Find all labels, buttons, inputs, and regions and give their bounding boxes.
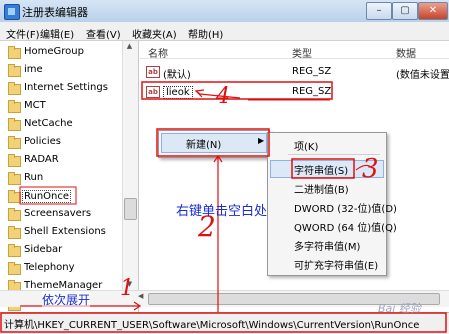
value-data: (数值未设置: [396, 70, 449, 81]
tree-item-label: RunOnce: [22, 190, 72, 203]
folder-icon: [8, 100, 21, 113]
folder-icon: [8, 244, 21, 257]
status-path: 计算机\HKEY_CURRENT_USER\Software\Microsoft…: [4, 320, 420, 331]
maximize-button[interactable]: ▢: [392, 2, 418, 20]
folder-icon: [8, 82, 21, 95]
minimize-button[interactable]: –: [366, 2, 392, 20]
tree-item-label: Telephony: [24, 262, 75, 273]
string-value-icon: ab: [146, 86, 160, 98]
folder-icon: [8, 46, 21, 59]
regedit-app-icon: [4, 4, 20, 20]
window-title: 注册表编辑器: [22, 6, 88, 19]
tree-item-label: Shell Extensions: [24, 226, 106, 237]
submenu-qword-value[interactable]: QWORD (64 位)值(Q): [294, 219, 397, 234]
folder-icon: [8, 172, 21, 185]
annotation-text-expand: 依次展开: [42, 291, 91, 308]
tree-vertical-scrollbar[interactable]: [122, 41, 138, 290]
tree-scroll-thumb[interactable]: [124, 198, 137, 220]
folder-open-icon: [8, 190, 21, 203]
watermark: Bai 经验: [378, 302, 421, 315]
context-menu-new-label: 新建(N): [186, 140, 222, 151]
tree-item-label: Policies: [24, 136, 61, 147]
submenu-multi-string-value[interactable]: 多字符串值(M): [294, 238, 360, 253]
tree-item-label: HomeGroup: [24, 46, 84, 57]
annotation-number-4: 4: [216, 84, 230, 109]
submenu-binary-value[interactable]: 二进制值(B): [294, 181, 349, 196]
string-value-icon: ab: [146, 66, 160, 78]
submenu-string-value[interactable]: 字符串值(S): [294, 162, 348, 177]
tree-item-label: ime: [24, 64, 43, 75]
column-header-divider: [140, 58, 449, 59]
tree-item-label: Sidebar: [24, 244, 63, 255]
tree-item-label: RADAR: [24, 154, 59, 165]
close-button[interactable]: ✕: [418, 2, 448, 20]
value-name-lieok[interactable]: lieok: [163, 86, 193, 99]
scroll-up-arrow-icon[interactable]: ▲: [124, 42, 135, 52]
annotation-number-3: 3: [362, 154, 379, 184]
menu-help[interactable]: 帮助(H): [188, 26, 223, 41]
folder-icon: [8, 262, 21, 275]
tree-item-label: Internet Settings: [24, 82, 108, 93]
scroll-left-arrow-icon[interactable]: ◀: [138, 292, 148, 304]
tree-item-label: Run: [24, 172, 44, 183]
menu-edit[interactable]: 编辑(E): [40, 26, 74, 41]
menu-file[interactable]: 文件(F): [6, 26, 40, 41]
folder-icon: [8, 226, 21, 239]
submenu-expandable-string-value[interactable]: 可扩充字符串值(E): [294, 257, 378, 272]
submenu-arrow-icon: ▶: [258, 136, 265, 145]
submenu-dword-value[interactable]: DWORD (32-位)值(D): [294, 200, 397, 215]
tree-item-label: NetCache: [24, 118, 73, 129]
folder-icon: [8, 154, 21, 167]
folder-icon: [8, 64, 21, 77]
folder-icon: [8, 208, 21, 221]
value-type: REG_SZ: [292, 86, 332, 97]
value-name[interactable]: (默认): [163, 66, 191, 81]
value-type: REG_SZ: [292, 66, 332, 77]
folder-icon: [8, 136, 21, 149]
folder-icon: [8, 118, 21, 131]
submenu-key[interactable]: 项(K): [294, 138, 318, 153]
tree-item-label: MCT: [24, 100, 46, 111]
menu-view[interactable]: 查看(V): [86, 26, 121, 41]
annotation-text-right-click: 右键单击空白处: [176, 204, 268, 219]
annotation-number-1: 1: [120, 276, 134, 301]
menu-favorites[interactable]: 收藏夹(A): [132, 26, 177, 41]
tree-item-label: Screensavers: [24, 208, 92, 219]
